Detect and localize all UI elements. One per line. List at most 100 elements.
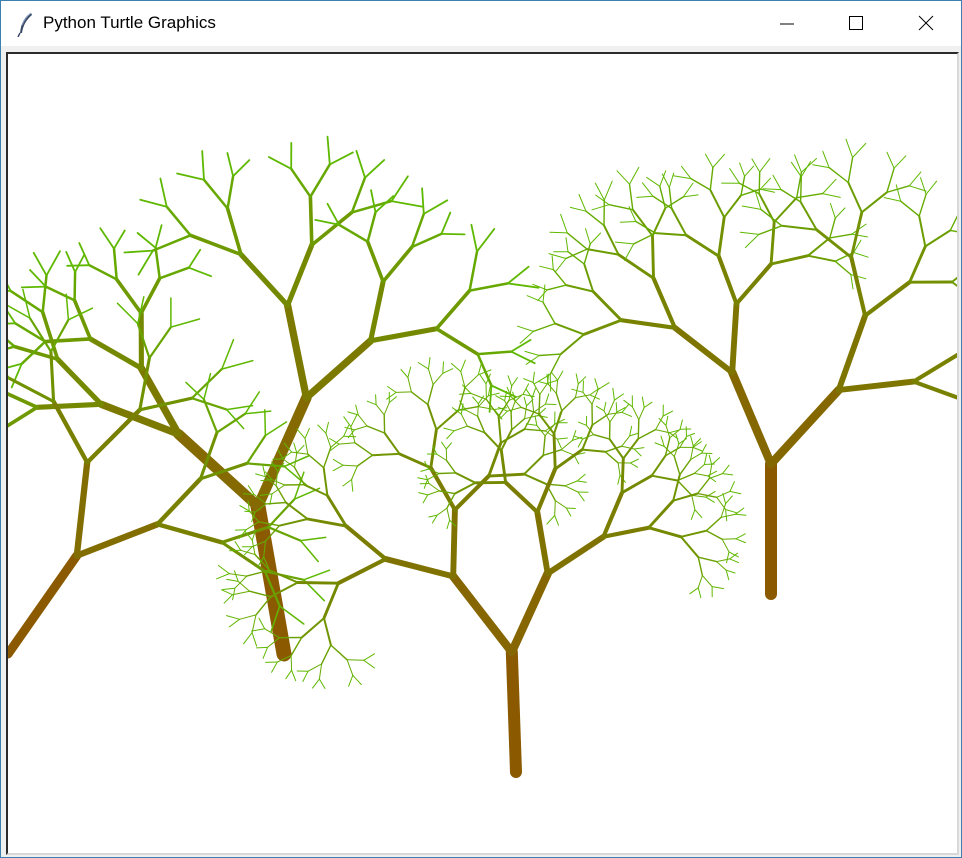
tree-branch	[330, 644, 348, 661]
tree-branch	[148, 326, 172, 360]
tree-branch	[689, 587, 699, 595]
tree-branch	[577, 491, 585, 502]
tree-branch	[918, 193, 927, 217]
tree-branch	[624, 243, 635, 261]
tree-branch	[366, 400, 377, 406]
tree-branch	[690, 452, 703, 461]
tree-branch	[356, 454, 374, 467]
tree-branch	[187, 266, 213, 278]
tree-branch	[41, 274, 48, 314]
tree-branch	[681, 165, 692, 180]
tree-branch	[421, 187, 425, 215]
tree-branch	[539, 382, 548, 395]
tree-branch	[223, 594, 233, 604]
tree-branch	[665, 415, 669, 426]
tree-branch	[468, 250, 479, 292]
tree-branch	[318, 663, 323, 680]
tree-branch	[574, 394, 591, 399]
tree-branch	[251, 628, 266, 632]
tree-branch	[612, 387, 615, 401]
tree-branch	[739, 231, 760, 235]
tree-branch	[390, 175, 409, 203]
tree-branch	[370, 189, 377, 214]
tree-branch	[436, 453, 448, 461]
maximize-button[interactable]	[833, 1, 879, 46]
tree-branch	[908, 171, 922, 187]
tree-branch	[499, 448, 508, 484]
tree-branch	[434, 326, 480, 356]
tree-branch	[834, 207, 846, 219]
tree-branch	[265, 501, 287, 505]
tree-branch	[465, 409, 479, 417]
tree-branch	[646, 176, 661, 187]
tree-branch	[154, 224, 163, 249]
tree-branch	[729, 481, 735, 492]
tree-branch	[662, 410, 674, 417]
tree-branch	[860, 191, 888, 214]
tree-branch	[577, 438, 584, 448]
tree-branch	[66, 264, 91, 267]
tree-branch	[629, 432, 640, 437]
tree-branch	[705, 516, 722, 532]
tree-branch	[226, 152, 235, 178]
tree-branch	[679, 419, 683, 430]
tree-branch	[507, 569, 552, 657]
title-bar[interactable]: Python Turtle Graphics	[1, 1, 961, 46]
close-button[interactable]	[903, 1, 949, 46]
tree-branch	[417, 477, 428, 481]
tree-branch	[629, 458, 639, 464]
tree-branch	[524, 350, 540, 356]
tree-branch	[716, 561, 727, 571]
tree-branch	[441, 441, 447, 450]
tree-branch	[607, 399, 615, 415]
tree-branch	[828, 166, 849, 184]
tree-branch	[511, 418, 526, 431]
tree-branch	[87, 336, 144, 371]
tree-branch	[766, 385, 843, 469]
tree-branch	[364, 159, 386, 179]
tree-branch	[693, 472, 709, 477]
tree-branch	[557, 370, 564, 381]
tree-branch	[366, 211, 377, 243]
tree-branch	[499, 395, 512, 398]
tree-branch	[725, 569, 730, 581]
tree-branch	[561, 396, 577, 412]
tree-branch	[690, 509, 696, 520]
tree-branch	[559, 333, 585, 356]
tree-branch	[302, 670, 309, 682]
tree-branch	[705, 530, 723, 540]
tree-branch	[226, 578, 239, 582]
tree-branch	[850, 274, 854, 290]
tree-branch	[575, 373, 579, 385]
tree-branch	[601, 490, 625, 539]
tree-branch	[641, 396, 645, 408]
tree-branch	[450, 506, 458, 580]
tree-branch	[696, 477, 710, 495]
turtle-canvas[interactable]	[6, 52, 959, 855]
tree-branch	[560, 439, 573, 451]
tree-branch	[232, 590, 251, 596]
tree-branch	[239, 614, 257, 620]
tree-branch	[8, 284, 12, 293]
tree-branch	[523, 473, 548, 486]
tree-branch	[176, 172, 205, 181]
tree-branch	[170, 318, 201, 328]
tree-branch	[680, 535, 700, 559]
window-title: Python Turtle Graphics	[43, 13, 216, 32]
tree-branch	[709, 188, 726, 219]
minimize-button[interactable]	[764, 1, 810, 46]
tree-branch	[822, 150, 830, 169]
tree-branch	[308, 194, 314, 247]
tree-branch	[510, 411, 513, 431]
tree-branch	[407, 377, 412, 393]
tree-branch	[849, 255, 868, 318]
tree-branch	[449, 572, 516, 657]
tree-branch	[363, 653, 375, 661]
tree-branch	[546, 515, 556, 525]
tree-branch	[920, 177, 927, 195]
tree-branch	[526, 398, 534, 407]
tree-branch	[422, 494, 429, 504]
tree-branch	[759, 177, 772, 190]
tree-branch	[758, 171, 761, 195]
tree-branch	[617, 462, 621, 476]
